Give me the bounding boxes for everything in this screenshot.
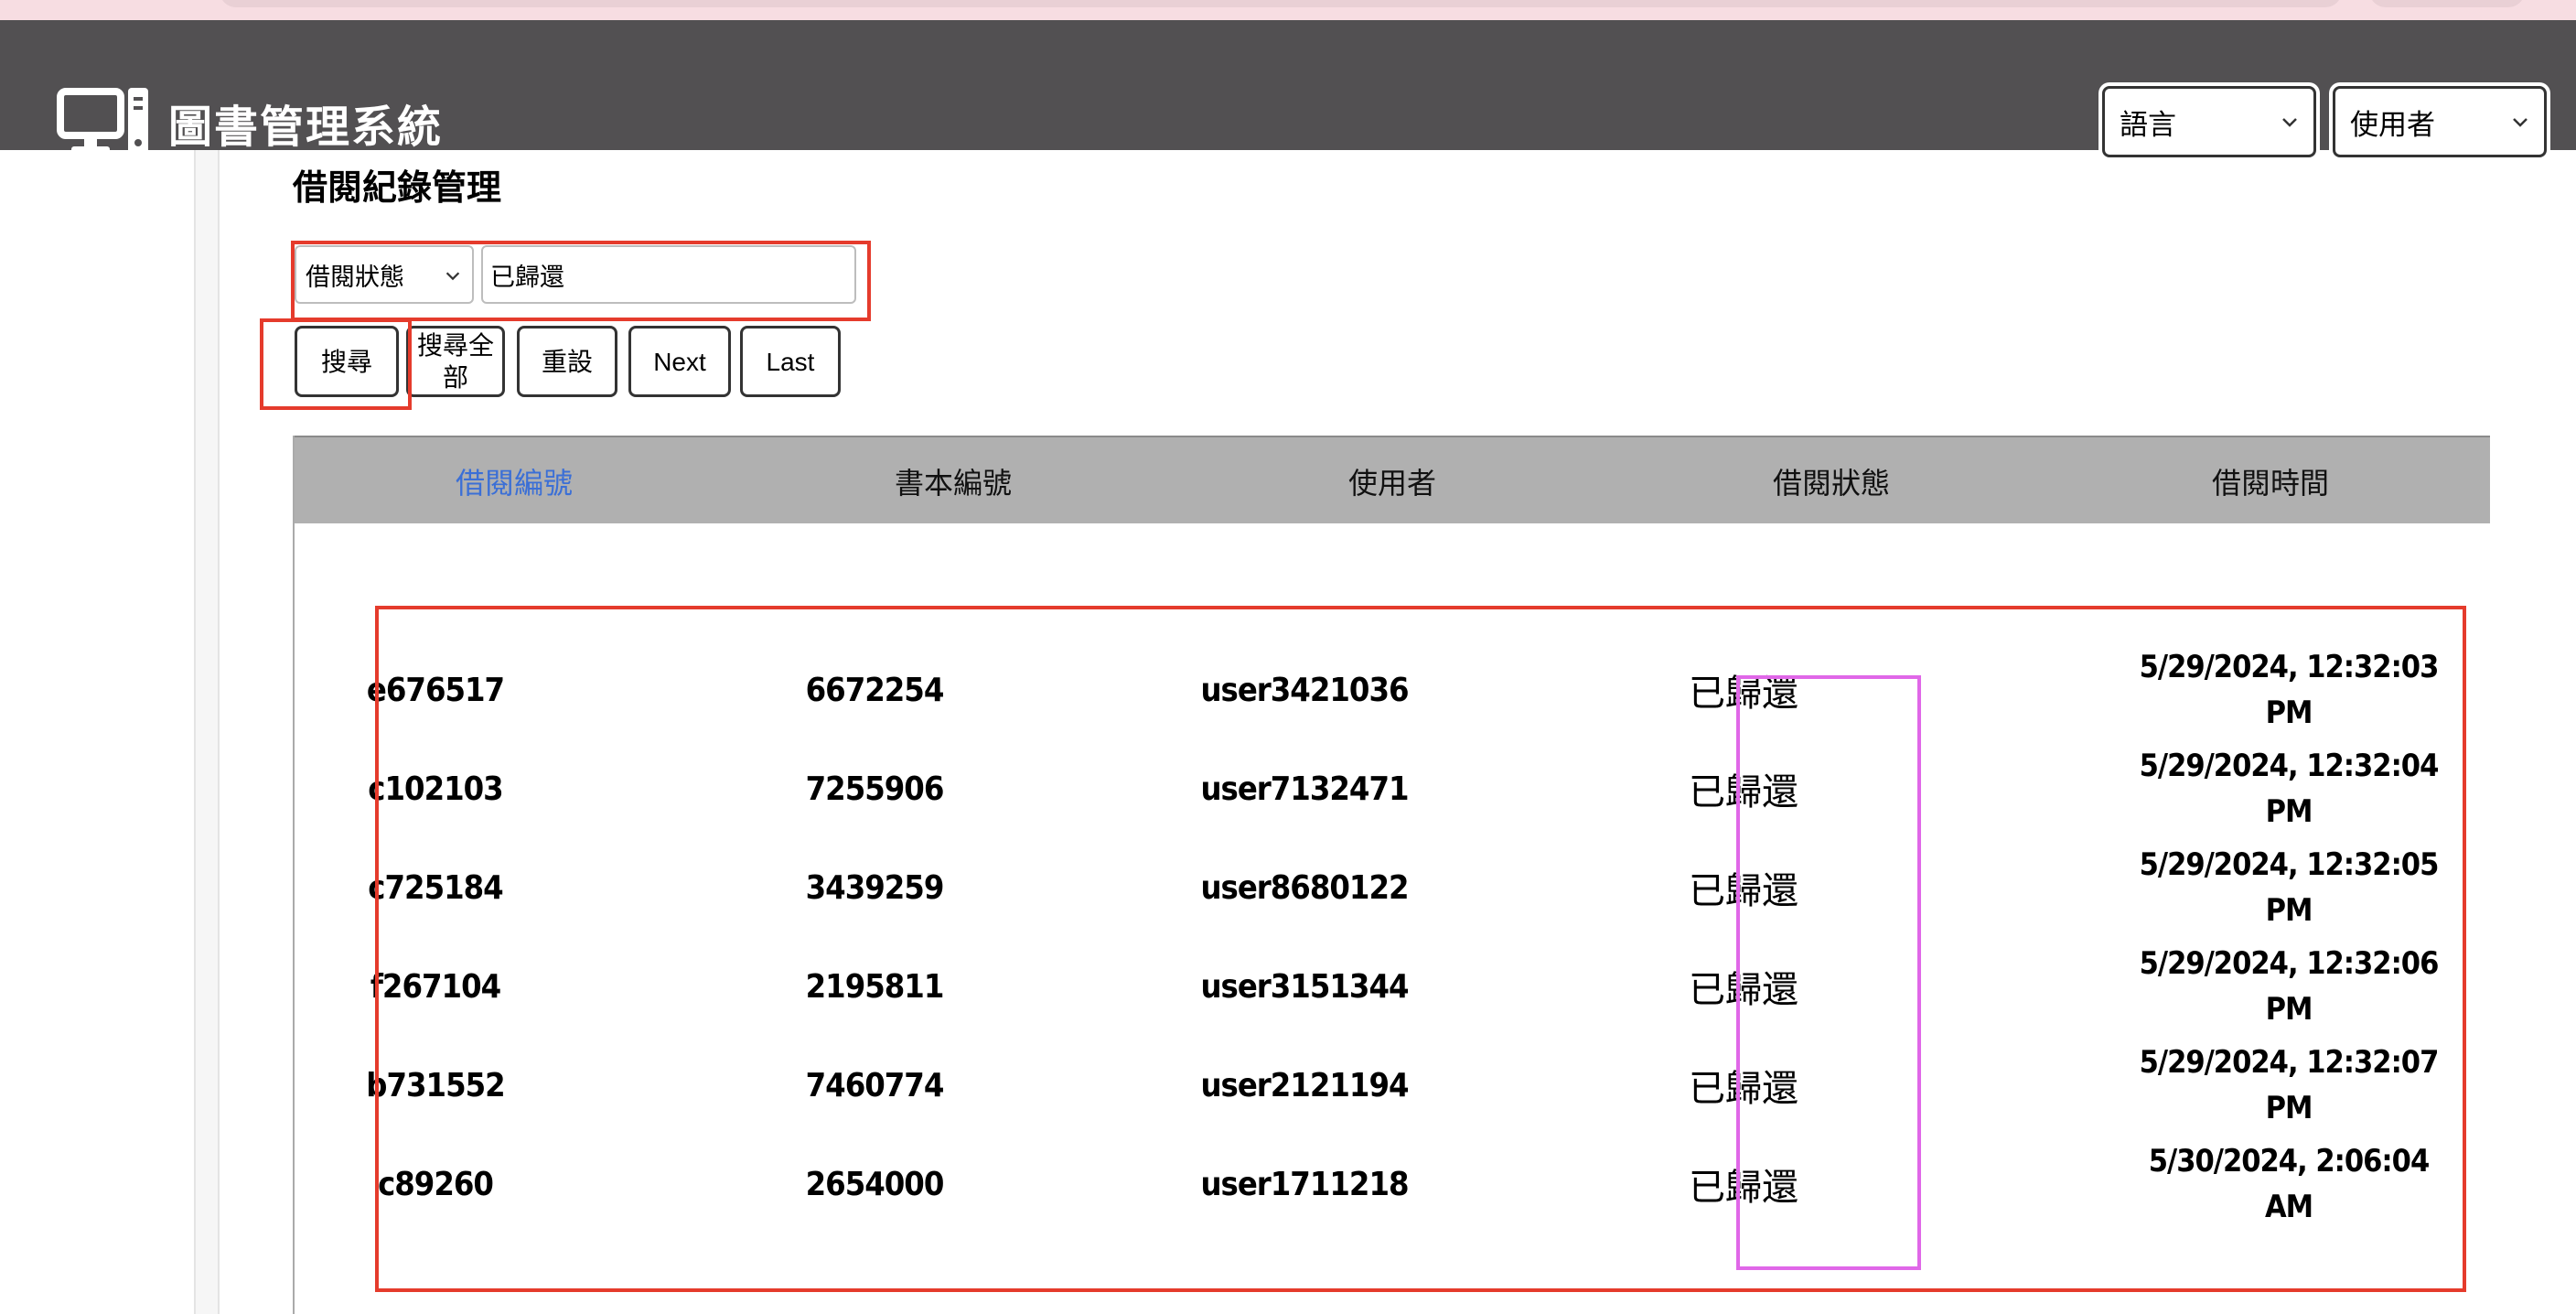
page-title: 借閱紀錄管理: [293, 167, 502, 208]
browser-toolbar-button[interactable]: [2369, 0, 2525, 7]
brand[interactable]: 圖書管理系統: [57, 77, 443, 168]
next-page-button[interactable]: Next: [628, 326, 731, 397]
table-header: 借閱編號 書本編號 使用者 借閱狀態 借閱時間: [295, 436, 2490, 523]
reset-button[interactable]: 重設: [517, 326, 617, 397]
chevron-down-icon: [2513, 118, 2528, 127]
highlight-result-rows: [375, 606, 2466, 1292]
app-title: 圖書管理系統: [168, 102, 444, 153]
column-header-time[interactable]: 借閱時間: [2051, 437, 2490, 525]
column-header-status[interactable]: 借閱狀態: [1612, 437, 2051, 525]
user-select[interactable]: 使用者: [2333, 86, 2547, 157]
column-header-user[interactable]: 使用者: [1173, 437, 1612, 525]
chevron-down-icon: [2282, 118, 2297, 127]
computer-icon: [57, 88, 148, 157]
column-header-book-id[interactable]: 書本編號: [734, 437, 1173, 525]
app-header: 圖書管理系統 語言 使用者: [0, 20, 2576, 157]
search-all-button[interactable]: 搜尋全部: [406, 326, 505, 397]
browser-chrome-strip: [0, 0, 2576, 20]
language-select-value: 語言: [2120, 108, 2176, 142]
column-header-borrow-id[interactable]: 借閱編號: [295, 437, 734, 525]
highlight-filter-box: [291, 241, 871, 321]
last-page-button[interactable]: Last: [740, 326, 841, 397]
language-select[interactable]: 語言: [2102, 86, 2316, 157]
highlight-status-column: [1736, 675, 1921, 1270]
browser-address-bar[interactable]: [220, 0, 2342, 7]
user-select-value: 使用者: [2350, 108, 2435, 142]
highlight-search-button: [260, 318, 412, 410]
